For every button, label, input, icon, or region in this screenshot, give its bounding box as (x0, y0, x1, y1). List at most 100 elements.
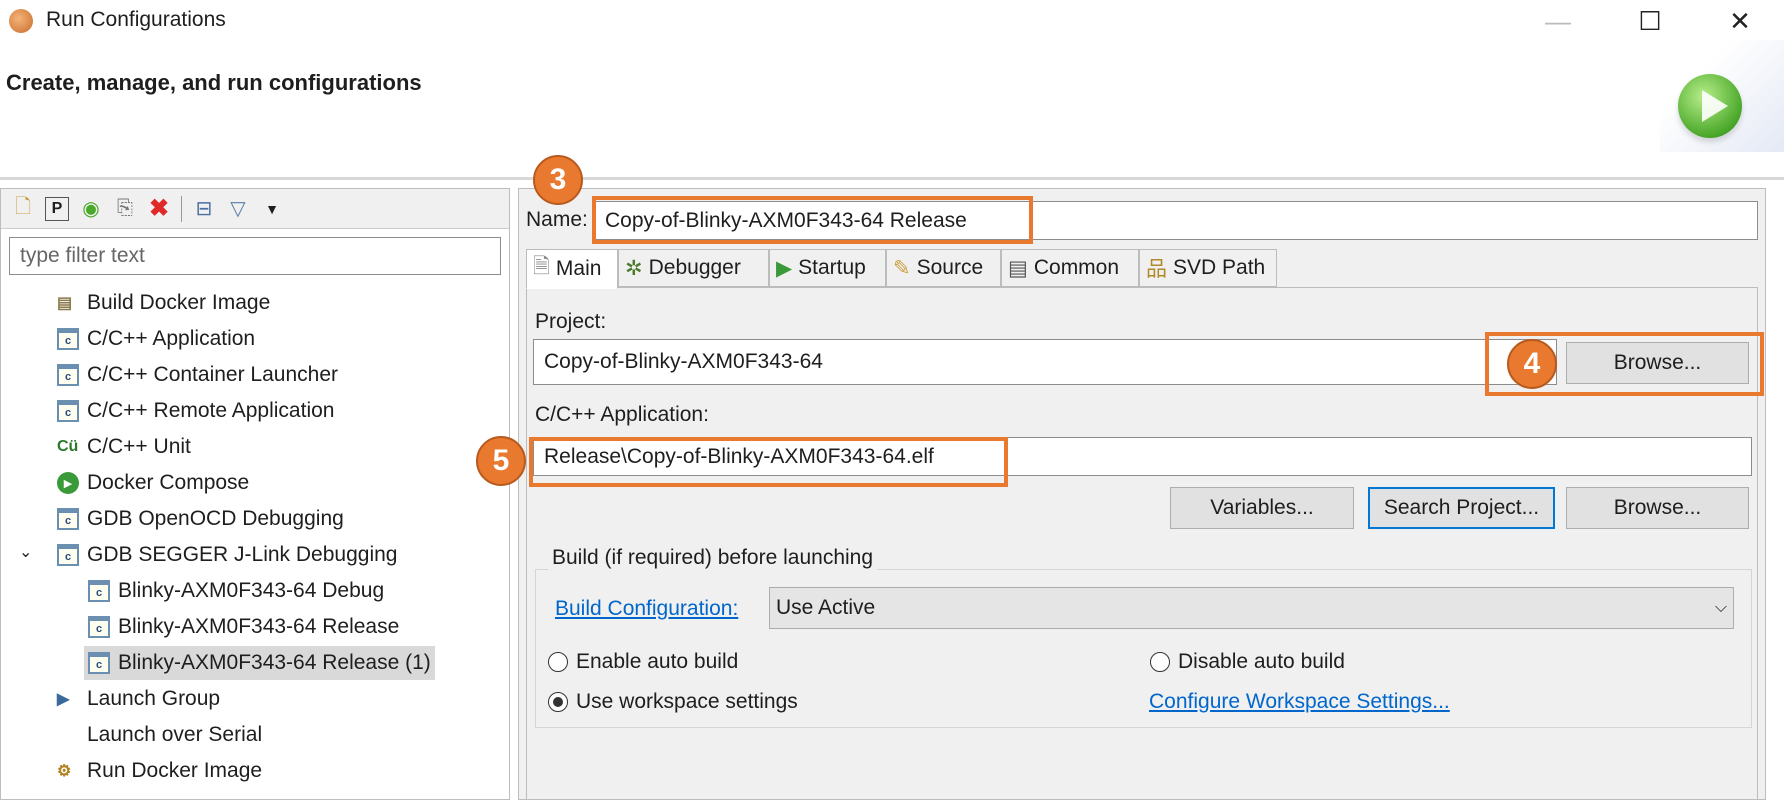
annotation-box-5 (529, 437, 1008, 487)
c-launch-icon: c (88, 580, 110, 602)
tree-item-label: Docker Compose (87, 471, 250, 494)
docker-run-icon: ⚙ (57, 763, 72, 780)
tree-item-label: Blinky-AXM0F343-64 Release (1) (118, 651, 431, 674)
tree-item[interactable]: ⚙ Run Docker Image (53, 754, 266, 788)
tree-item-label: Launch over Serial (87, 723, 263, 746)
enable-auto-build-radio[interactable]: Enable auto build (548, 650, 738, 674)
tab-label: Main (555, 257, 602, 280)
annotation-marker-3: 3 (533, 155, 583, 205)
run-banner-icon (1678, 74, 1742, 138)
tree-item-label: Blinky-AXM0F343-64 Release (118, 615, 400, 638)
tree-item[interactable]: c Blinky-AXM0F343-64 Debug (84, 574, 388, 608)
docker-build-icon: ▤ (57, 295, 73, 312)
tree-item[interactable]: c C/C++ Container Launcher (53, 358, 342, 392)
bug-icon: ✲ (625, 256, 643, 280)
project-input[interactable]: Copy-of-Blinky-AXM0F343-64 (533, 339, 1557, 385)
radio-label: Enable auto build (576, 650, 739, 673)
use-workspace-settings-radio[interactable]: Use workspace settings (548, 690, 798, 714)
tree-item[interactable]: c C/C++ Application (53, 322, 259, 356)
tab-source[interactable]: ✎ Source (886, 249, 1001, 287)
launch-group-icon: ▶ (57, 691, 70, 708)
docker-compose-icon: ▶ (57, 472, 79, 494)
duplicate-icon[interactable]: ⎘ (113, 197, 137, 221)
build-configuration-select[interactable]: Use Active ⌵ (769, 587, 1734, 629)
variables-button[interactable]: Variables... (1170, 487, 1354, 529)
tree-item-label: GDB OpenOCD Debugging (87, 507, 344, 530)
disable-auto-build-radio[interactable]: Disable auto build (1150, 650, 1345, 674)
chevron-down-icon[interactable]: ⌄ (19, 542, 32, 562)
tree-item[interactable]: c Blinky-AXM0F343-64 Release (84, 610, 403, 644)
radio-circle-selected (548, 692, 568, 712)
collapse-all-icon[interactable]: ⊟ (192, 197, 216, 221)
tab-debugger[interactable]: ✲ Debugger (618, 249, 769, 287)
divider (0, 177, 1784, 180)
tree-item[interactable]: c C/C++ Remote Application (53, 394, 338, 428)
radio-circle (1150, 652, 1170, 672)
tab-label: Common (1033, 256, 1120, 279)
tab-common[interactable]: ▤ Common (1001, 249, 1139, 287)
tree-item-label: Build Docker Image (87, 291, 271, 314)
tree-item[interactable]: ▶ Docker Compose (53, 466, 253, 500)
tree-item-label: Run Docker Image (87, 759, 263, 782)
tree-item[interactable]: ▤ Build Docker Image (53, 286, 274, 320)
configure-workspace-settings-link[interactable]: Configure Workspace Settings... (1149, 690, 1450, 714)
tree-item-label: Blinky-AXM0F343-64 Debug (118, 579, 385, 602)
tree-item-label: Launch Group (87, 687, 221, 710)
select-value: Use Active (776, 596, 876, 619)
tab-main[interactable]: 🗎 Main (526, 249, 618, 289)
radio-label: Use workspace settings (576, 690, 798, 713)
app-icon (9, 9, 33, 33)
tab-startup[interactable]: ▶ Startup (769, 249, 886, 287)
common-icon: ▤ (1008, 256, 1028, 280)
c-launch-icon: c (57, 544, 79, 566)
source-icon: ✎ (893, 256, 911, 280)
tree-item[interactable]: Cü C/C++ Unit (53, 430, 195, 464)
search-project-button[interactable]: Search Project... (1368, 487, 1555, 529)
tree-item[interactable]: c Blinky-AXM0F343-64 Release (1) (84, 646, 435, 680)
svd-tree-icon: 品 (1146, 258, 1167, 281)
new-prototype-icon[interactable]: P (45, 196, 69, 221)
new-config-icon[interactable]: 🗋 (11, 196, 35, 221)
tree-item[interactable]: Launch over Serial (53, 718, 266, 752)
tab-label: Debugger (648, 256, 741, 279)
build-configuration-link[interactable]: Build Configuration: (555, 597, 738, 621)
annotation-marker-5: 5 (476, 436, 526, 486)
c-unit-icon: Cü (57, 438, 79, 455)
chevron-down-icon: ⌵ (1714, 599, 1727, 616)
tab-label: SVD Path (1173, 256, 1266, 279)
main-tab-icon: 🗎 (533, 254, 550, 278)
window-title: Run Configurations (46, 8, 226, 31)
delete-icon[interactable]: ✖ (147, 195, 171, 222)
tree-item-label: C/C++ Container Launcher (87, 363, 338, 386)
c-launch-icon: c (88, 616, 110, 638)
play-icon: ▶ (776, 256, 793, 280)
tab-label: Startup (798, 256, 866, 279)
tab-svd-path[interactable]: 品 SVD Path (1139, 249, 1277, 287)
build-group-title: Build (if required) before launching (548, 546, 878, 570)
maximize-button[interactable]: ☐ (1630, 4, 1670, 38)
filter-icon[interactable]: ▽ (226, 197, 250, 221)
tree-item-label: C/C++ Application (87, 327, 256, 350)
tree-item[interactable]: c GDB OpenOCD Debugging (53, 502, 348, 536)
tree-item[interactable]: ⌄ c GDB SEGGER J-Link Debugging (19, 538, 401, 572)
tree-item[interactable]: ▶ Launch Group (53, 682, 224, 716)
name-label: Name: (526, 208, 588, 231)
c-launch-icon: c (57, 400, 79, 422)
tree-item-label: C/C++ Unit (87, 435, 191, 458)
tab-label: Source (916, 256, 984, 279)
radio-label: Disable auto build (1178, 650, 1345, 673)
export-icon[interactable]: ◉ (79, 197, 103, 221)
application-label: C/C++ Application: (535, 403, 709, 426)
view-menu-icon[interactable]: ▼ (260, 197, 284, 221)
minimize-button[interactable]: — (1538, 4, 1578, 38)
page-title: Create, manage, and run configurations (6, 70, 422, 95)
tree-item-label: C/C++ Remote Application (87, 399, 335, 422)
close-button[interactable]: ✕ (1720, 4, 1760, 38)
tree-toolbar: 🗋 P ◉ ⎘ ✖ ⊟ ▽ ▼ (1, 189, 509, 229)
annotation-marker-4: 4 (1507, 339, 1557, 389)
c-launch-icon: c (57, 364, 79, 386)
application-browse-button[interactable]: Browse... (1566, 487, 1749, 529)
project-label: Project: (535, 310, 607, 333)
radio-circle (548, 652, 568, 672)
filter-input[interactable]: type filter text (9, 237, 501, 275)
